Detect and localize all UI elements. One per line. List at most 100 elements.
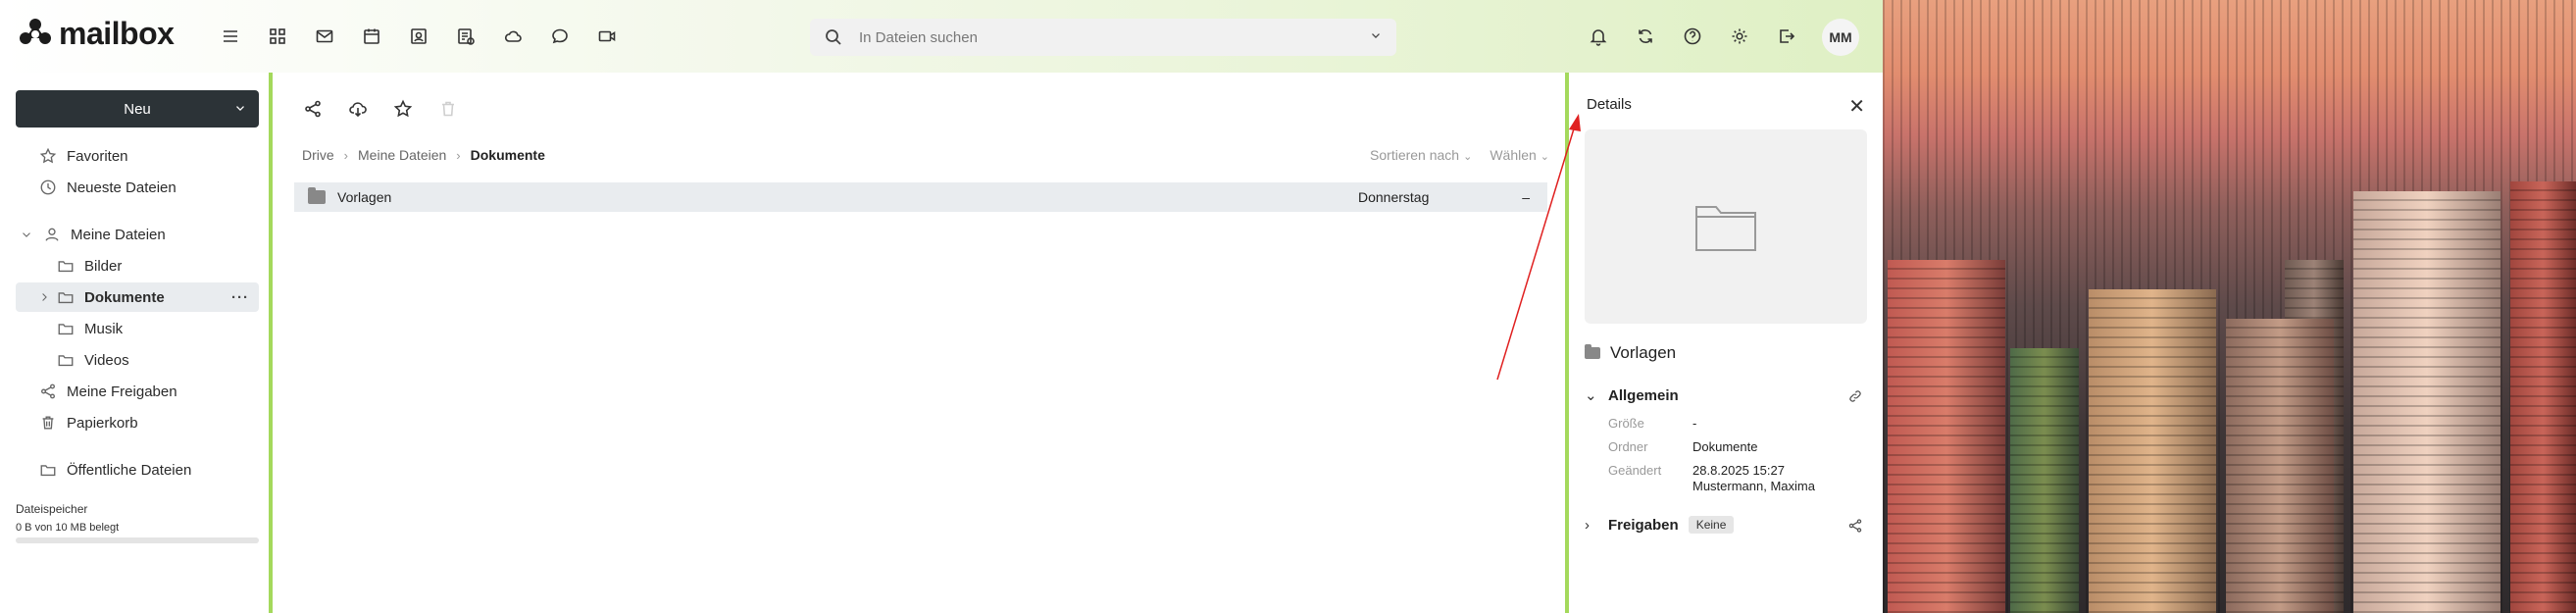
logo-text: mailbox	[59, 16, 175, 51]
select-label: Wählen	[1490, 147, 1537, 163]
video-icon[interactable]	[594, 24, 620, 49]
chevron-right-icon: ›	[343, 147, 349, 163]
details-item-name: Vorlagen	[1585, 343, 1676, 363]
sync-icon[interactable]	[1633, 24, 1658, 49]
folder-icon	[58, 292, 74, 304]
breadcrumb-current: Dokumente	[470, 147, 545, 163]
sidebar-item-papierkorb[interactable]: Papierkorb	[39, 408, 138, 437]
gear-icon[interactable]	[1727, 24, 1752, 49]
folder-icon	[308, 187, 326, 204]
contacts-icon[interactable]	[406, 24, 431, 49]
cloud-download-icon[interactable]	[345, 96, 371, 122]
sidebar-item-neueste-dateien[interactable]: Neueste Dateien	[39, 173, 177, 202]
breadcrumb-meine-dateien[interactable]: Meine Dateien	[358, 147, 446, 163]
file-browser: Drive › Meine Dateien › Dokumente Sortie…	[277, 73, 1565, 613]
user-icon	[45, 228, 59, 241]
sidebar-item-favoriten[interactable]: Favoriten	[39, 141, 128, 171]
prop-size-value: -	[1692, 416, 1697, 431]
star-icon[interactable]	[390, 96, 416, 122]
chevron-right-icon: ›	[1585, 516, 1590, 534]
chevron-down-icon: ⌄	[1463, 151, 1473, 163]
apps-grid-icon[interactable]	[265, 24, 290, 49]
sidebar-item-label: Papierkorb	[67, 414, 138, 432]
tasks-icon[interactable]	[453, 24, 479, 49]
chevron-right-icon[interactable]	[37, 290, 51, 304]
sidebar-item-dokumente[interactable]: Dokumente ···	[16, 282, 259, 312]
prop-modified-date: 28.8.2025 15:27	[1692, 463, 1785, 478]
chevron-down-icon[interactable]	[1369, 28, 1383, 47]
search-bar[interactable]	[810, 19, 1396, 56]
cloud-icon[interactable]	[500, 24, 526, 49]
avatar[interactable]: MM	[1822, 19, 1859, 56]
calendar-icon[interactable]	[359, 24, 384, 49]
list-options: Sortieren nach ⌄ Wählen ⌄	[1370, 147, 1549, 163]
search-input[interactable]	[859, 28, 1349, 46]
prop-modified-by: Mustermann, Maxima	[1692, 479, 1815, 493]
app-switcher	[218, 24, 620, 49]
select-dropdown[interactable]: Wählen ⌄	[1490, 147, 1549, 163]
list-item[interactable]: Vorlagen Donnerstag –	[294, 182, 1547, 212]
background-building	[2353, 191, 2500, 613]
details-title: Details	[1587, 96, 1632, 113]
new-button[interactable]: Neu	[16, 90, 259, 128]
sort-label: Sortieren nach	[1370, 147, 1460, 163]
chevron-down-icon	[233, 101, 247, 119]
section-allgemein[interactable]: ⌄ Allgemein	[1585, 386, 1679, 405]
section-title: Freigaben	[1608, 516, 1679, 534]
sidebar-item-label: Meine Freigaben	[67, 383, 177, 400]
sidebar-item-oeffentliche-dateien[interactable]: Öffentliche Dateien	[39, 455, 191, 485]
background-building	[2010, 348, 2079, 613]
app-header: mailbox MM	[0, 0, 1883, 73]
sidebar-item-label: Musik	[84, 320, 124, 337]
section-freigaben[interactable]: › Freigaben Keine	[1585, 516, 1735, 534]
sidebar: Neu Favoriten Neueste Dateien Meine Date…	[0, 73, 273, 613]
share-icon	[41, 383, 55, 399]
sidebar-item-videos[interactable]: Videos	[57, 345, 129, 375]
chevron-right-icon: ›	[456, 147, 461, 163]
sidebar-item-meine-dateien[interactable]: Meine Dateien	[20, 220, 166, 249]
more-options-icon[interactable]: ···	[231, 289, 249, 306]
chat-icon[interactable]	[547, 24, 573, 49]
menu-icon[interactable]	[218, 24, 243, 49]
share-icon[interactable]	[1847, 518, 1863, 538]
new-button-label: Neu	[124, 100, 151, 118]
sidebar-item-label: Neueste Dateien	[67, 179, 177, 196]
folder-icon	[1695, 206, 1756, 251]
file-modified: Donnerstag	[1358, 189, 1430, 205]
storage-used-text: 0 B von 10 MB belegt	[16, 522, 120, 534]
sidebar-item-label: Dokumente	[84, 288, 165, 306]
trash-icon	[42, 416, 54, 430]
background-building	[2226, 319, 2334, 613]
help-icon[interactable]	[1680, 24, 1705, 49]
sidebar-item-label: Bilder	[84, 257, 123, 275]
link-icon[interactable]	[1847, 388, 1863, 409]
mailbox-logo[interactable]: mailbox	[18, 16, 175, 52]
chevron-down-icon[interactable]	[20, 228, 33, 241]
mail-icon[interactable]	[312, 24, 337, 49]
folder-icon	[58, 324, 74, 335]
chevron-down-icon: ⌄	[1540, 151, 1549, 163]
trash-icon[interactable]	[435, 96, 461, 122]
breadcrumb-drive[interactable]: Drive	[302, 147, 334, 163]
prop-folder-value: Dokumente	[1692, 439, 1758, 454]
sort-dropdown[interactable]: Sortieren nach ⌄	[1370, 147, 1472, 163]
sidebar-item-meine-freigaben[interactable]: Meine Freigaben	[39, 377, 177, 406]
folder-icon	[58, 355, 74, 367]
sidebar-item-musik[interactable]: Musik	[57, 314, 123, 343]
background-building	[2510, 181, 2576, 613]
header-actions	[1586, 24, 1799, 49]
sidebar-item-bilder[interactable]: Bilder	[57, 251, 122, 281]
section-title: Allgemein	[1608, 386, 1679, 404]
bell-icon[interactable]	[1586, 24, 1611, 49]
folder-preview	[1585, 129, 1867, 324]
details-name-text: Vorlagen	[1610, 343, 1677, 362]
prop-size-label: Größe	[1608, 416, 1644, 431]
logout-icon[interactable]	[1774, 24, 1799, 49]
share-icon[interactable]	[300, 96, 326, 122]
status-badge: Keine	[1688, 516, 1735, 534]
prop-modified-label: Geändert	[1608, 463, 1662, 478]
close-icon[interactable]: ✕	[1848, 94, 1865, 119]
folder-icon	[58, 261, 74, 273]
folder-icon	[40, 465, 56, 477]
file-size: –	[1522, 189, 1530, 205]
